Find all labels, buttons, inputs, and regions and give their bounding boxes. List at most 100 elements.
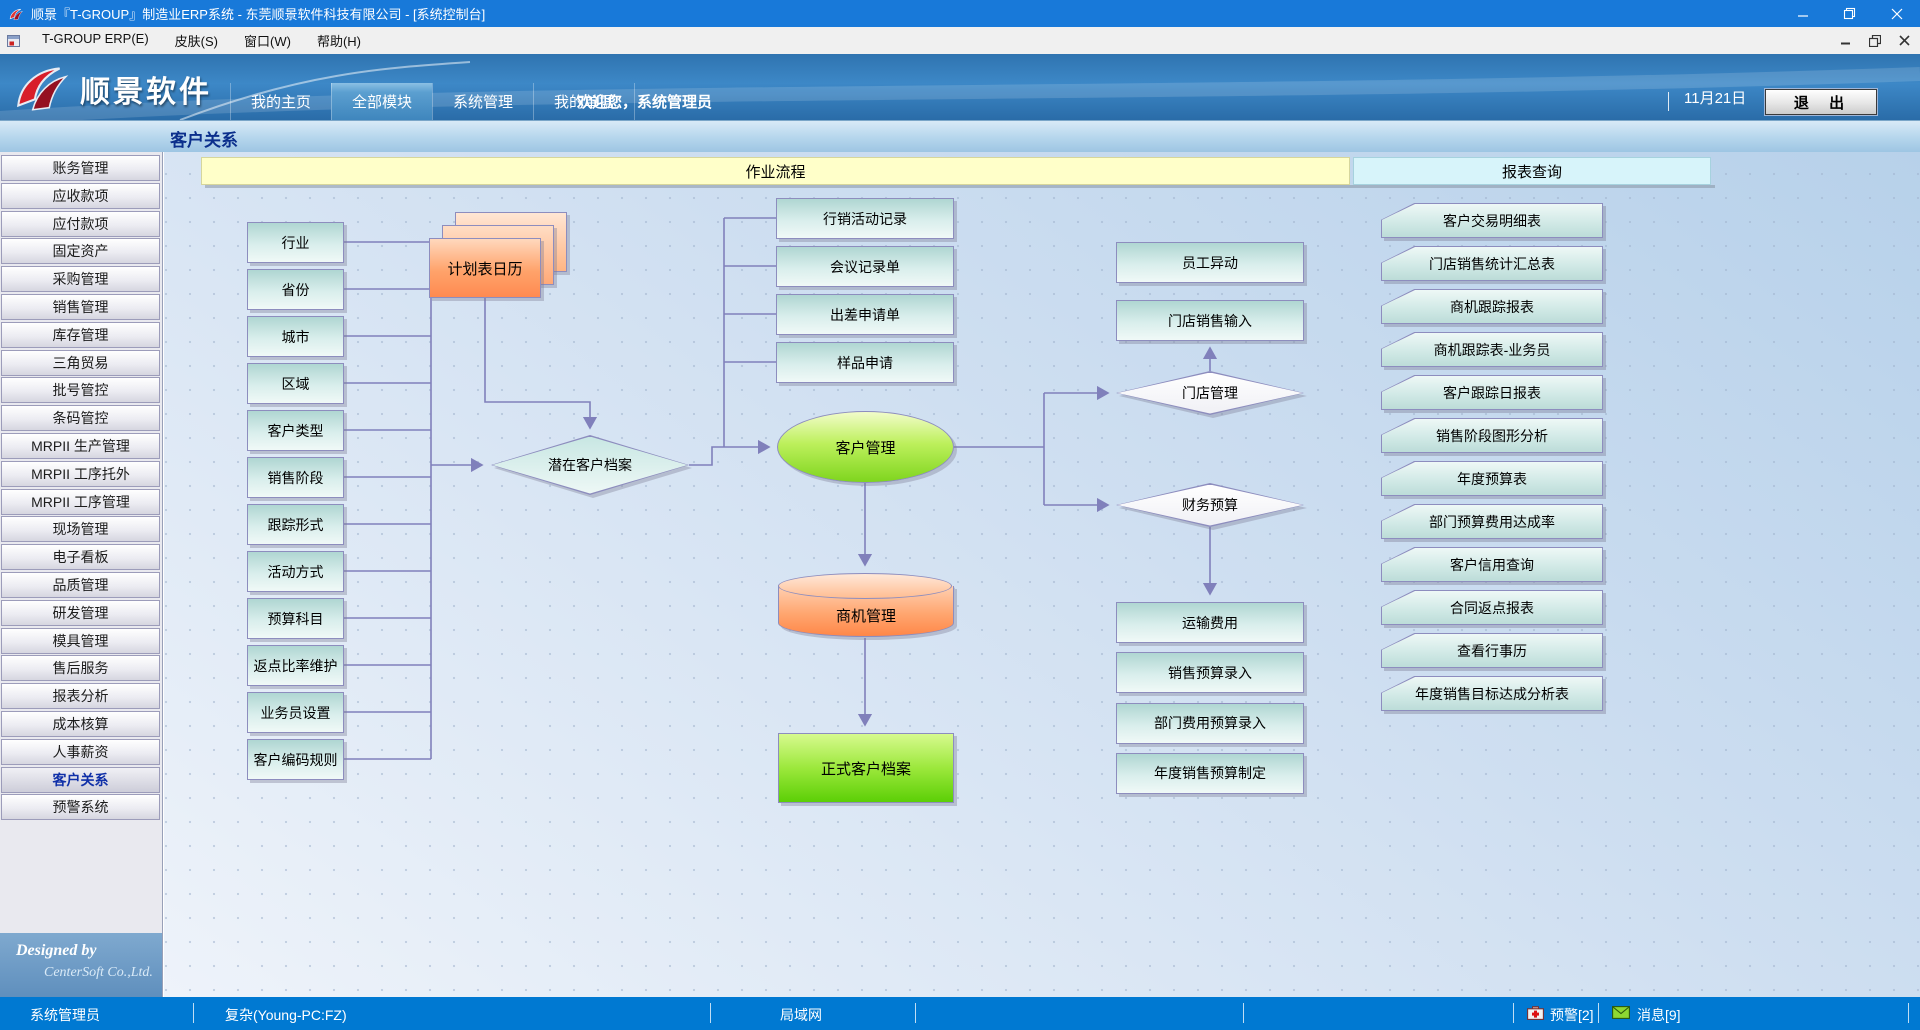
diamond-label: 潜在客户档案	[491, 435, 689, 495]
report-button[interactable]: 商机跟踪表-业务员	[1381, 332, 1603, 367]
menu-item[interactable]: 帮助(H)	[304, 31, 374, 50]
sidebar-item-label: 采购管理	[53, 269, 109, 289]
menu-item[interactable]: 窗口(W)	[231, 31, 304, 50]
minimize-icon[interactable]	[1779, 0, 1826, 27]
finance-budget-diamond[interactable]: 财务预算	[1116, 483, 1304, 527]
flow-node-document[interactable]: 出差申请单	[776, 294, 954, 335]
report-button[interactable]: 部门预算费用达成率	[1381, 504, 1603, 539]
sidebar-item[interactable]: 应收款项	[1, 183, 160, 209]
flow-node-master-data[interactable]: 城市	[247, 316, 344, 357]
sidebar-item[interactable]: 品质管理	[1, 572, 160, 598]
flow-node-budget[interactable]: 年度销售预算制定	[1116, 753, 1304, 794]
report-button[interactable]: 合同返点报表	[1381, 590, 1603, 625]
report-button-label: 年度销售目标达成分析表	[1381, 676, 1603, 711]
sidebar-item[interactable]: 库存管理	[1, 322, 160, 348]
sidebar-item[interactable]: 预警系统	[1, 794, 160, 820]
sidebar-item[interactable]: MRPII 生产管理	[1, 433, 160, 459]
flow-node-budget[interactable]: 部门费用预算录入	[1116, 703, 1304, 744]
menu-item[interactable]: 皮肤(S)	[162, 31, 231, 50]
sidebar-item[interactable]: 人事薪资	[1, 739, 160, 765]
flow-node-master-data[interactable]: 返点比率维护	[247, 645, 344, 686]
store-management-diamond[interactable]: 门店管理	[1116, 371, 1304, 415]
flow-node-master-data[interactable]: 销售阶段	[247, 457, 344, 498]
sidebar-item[interactable]: 三角贸易	[1, 350, 160, 376]
status-messages[interactable]: 消息[9]	[1637, 1005, 1681, 1025]
flow-node-master-data[interactable]: 行业	[247, 222, 344, 263]
flow-node-budget[interactable]: 运输费用	[1116, 602, 1304, 643]
restore-icon[interactable]	[1826, 0, 1873, 27]
sidebar-item[interactable]: MRPII 工序托外	[1, 461, 160, 487]
flow-node-master-data[interactable]: 客户编码规则	[247, 739, 344, 780]
sidebar-item[interactable]: 账务管理	[1, 155, 160, 181]
flow-node-master-data[interactable]: 跟踪形式	[247, 504, 344, 545]
exit-button[interactable]: 退 出	[1765, 89, 1877, 115]
workflow-section-header: 作业流程	[201, 157, 1350, 185]
sidebar-item[interactable]: 研发管理	[1, 600, 160, 626]
sidebar-item[interactable]: 固定资产	[1, 238, 160, 264]
plan-calendar-node[interactable]: 计划表日历	[429, 238, 541, 298]
report-button[interactable]: 查看行事历	[1381, 633, 1603, 668]
opportunity-cylinder[interactable]: 商机管理	[778, 573, 954, 638]
flow-node-store[interactable]: 门店销售输入	[1116, 300, 1304, 341]
sidebar-item-label: 应付款项	[53, 214, 109, 234]
sidebar-item[interactable]: 报表分析	[1, 683, 160, 709]
flow-node-master-data[interactable]: 客户类型	[247, 410, 344, 451]
sidebar-item[interactable]: 电子看板	[1, 544, 160, 570]
customer-management-ellipse[interactable]: 客户管理	[777, 411, 954, 483]
flow-node-document[interactable]: 样品申请	[776, 342, 954, 383]
sidebar-item[interactable]: 成本核算	[1, 711, 160, 737]
window-title: 顺景『T-GROUP』制造业ERP系统 - 东莞顺景软件科技有限公司 - [系统…	[31, 4, 485, 23]
sidebar-item[interactable]: 条码管控	[1, 405, 160, 431]
status-bar: 系统管理员 复杂(Young-PC:FZ) 局域网 预警[2] 消息[9]	[0, 997, 1920, 1030]
status-separator	[1513, 1003, 1514, 1023]
flow-node-budget[interactable]: 销售预算录入	[1116, 652, 1304, 693]
sidebar-item[interactable]: 客户关系	[1, 767, 160, 793]
mdi-minimize-icon[interactable]	[1840, 35, 1851, 47]
sidebar-item-label: MRPII 工序托外	[31, 464, 130, 484]
sidebar-item[interactable]: 应付款项	[1, 211, 160, 237]
flow-node-master-data[interactable]: 预算科目	[247, 598, 344, 639]
nav-tab[interactable]: 系统管理	[432, 83, 533, 120]
formal-customer-node[interactable]: 正式客户档案	[778, 733, 954, 803]
potential-customer-diamond[interactable]: 潜在客户档案	[491, 435, 689, 495]
menu-item[interactable]: T-GROUP ERP(E)	[29, 31, 162, 50]
report-button[interactable]: 销售阶段图形分析	[1381, 418, 1603, 453]
module-title: 客户关系	[170, 126, 238, 151]
menu-items: T-GROUP ERP(E)皮肤(S)窗口(W)帮助(H)	[29, 31, 374, 50]
report-button[interactable]: 客户交易明细表	[1381, 203, 1603, 238]
flow-node-master-data[interactable]: 区域	[247, 363, 344, 404]
close-icon[interactable]	[1873, 0, 1920, 27]
alert-icon[interactable]	[1527, 1006, 1544, 1020]
mdi-restore-icon[interactable]	[1869, 35, 1881, 47]
flow-node-master-data[interactable]: 省份	[247, 269, 344, 310]
sidebar-item-label: 客户关系	[53, 770, 109, 790]
sidebar-item-label: MRPII 生产管理	[31, 436, 130, 456]
sidebar-item[interactable]: 模具管理	[1, 628, 160, 654]
flow-node-document[interactable]: 会议记录单	[776, 246, 954, 287]
status-alerts[interactable]: 预警[2]	[1550, 1005, 1594, 1025]
flow-node-master-data[interactable]: 业务员设置	[247, 692, 344, 733]
report-button[interactable]: 商机跟踪报表	[1381, 289, 1603, 324]
report-button-label: 商机跟踪表-业务员	[1381, 332, 1603, 367]
sidebar-item[interactable]: 售后服务	[1, 655, 160, 681]
sidebar-item[interactable]: 现场管理	[1, 516, 160, 542]
sidebar-item[interactable]: 采购管理	[1, 266, 160, 292]
flow-node-master-data[interactable]: 活动方式	[247, 551, 344, 592]
sidebar-item-label: 应收款项	[53, 186, 109, 206]
report-button[interactable]: 客户信用查询	[1381, 547, 1603, 582]
message-icon[interactable]	[1612, 1006, 1630, 1019]
sidebar-item[interactable]: 销售管理	[1, 294, 160, 320]
report-button[interactable]: 客户跟踪日报表	[1381, 375, 1603, 410]
flow-node-label: 跟踪形式	[268, 515, 324, 535]
nav-tab[interactable]: 我的主页	[230, 83, 331, 120]
report-button[interactable]: 年度预算表	[1381, 461, 1603, 496]
nav-tab[interactable]: 全部模块	[331, 83, 432, 120]
flow-node-store[interactable]: 员工异动	[1116, 242, 1304, 283]
report-button[interactable]: 门店销售统计汇总表	[1381, 246, 1603, 281]
sidebar-item[interactable]: MRPII 工序管理	[1, 489, 160, 515]
sidebar-item-label: 报表分析	[53, 686, 109, 706]
report-button[interactable]: 年度销售目标达成分析表	[1381, 676, 1603, 711]
flow-node-document[interactable]: 行销活动记录	[776, 198, 954, 239]
mdi-close-icon[interactable]	[1899, 35, 1910, 47]
sidebar-item[interactable]: 批号管控	[1, 377, 160, 403]
